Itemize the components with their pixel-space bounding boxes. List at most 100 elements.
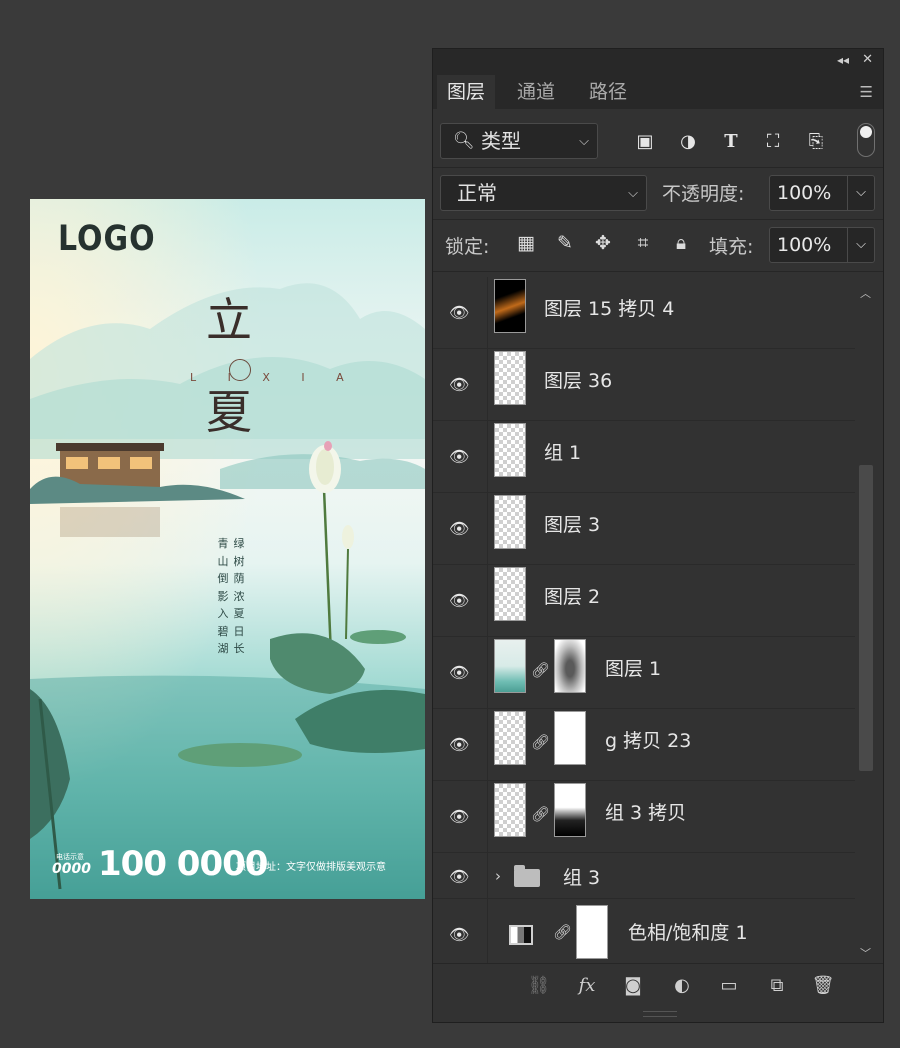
fill-dropdown-icon[interactable]: ⌵ (847, 228, 874, 262)
filter-pixel-layers-icon[interactable]: ▣ (632, 129, 658, 155)
layer-thumbnail[interactable] (494, 279, 526, 333)
link-layers-icon[interactable]: ⛓︎ (526, 974, 552, 998)
visibility-eye-icon[interactable]: 👁︎ (449, 375, 469, 394)
mask-link-icon[interactable]: 🔗︎ (553, 923, 572, 941)
layer-row[interactable]: 👁︎ 🔗︎ 图层 1 (433, 637, 855, 709)
layer-thumbnail[interactable] (494, 711, 526, 765)
folder-icon (514, 865, 540, 887)
mask-link-icon[interactable]: 🔗︎ (531, 733, 550, 751)
add-layer-mask-icon[interactable]: ◙ (620, 974, 646, 998)
layer-name[interactable]: 图层 2 (544, 582, 600, 609)
layer-row[interactable]: 👁︎ 🔗︎ 组 3 拷贝 (433, 781, 855, 853)
lock-position-icon[interactable]: ✥ (591, 231, 615, 255)
visibility-eye-icon[interactable]: 👁︎ (449, 519, 469, 538)
visibility-eye-icon[interactable]: 👁︎ (449, 663, 469, 682)
divider (487, 493, 488, 564)
layer-name[interactable]: 图层 3 (544, 510, 600, 537)
layer-group-row[interactable]: 👁︎ › 组 3 (433, 853, 855, 899)
layer-name[interactable]: 组 3 拷贝 (605, 798, 686, 825)
layer-row[interactable]: 👁︎ 组 1 (433, 421, 855, 493)
layer-thumbnail[interactable] (494, 639, 526, 693)
layer-name[interactable]: 图层 36 (544, 366, 612, 393)
layer-thumbnail[interactable] (494, 351, 526, 405)
tab-channels[interactable]: 通道 (507, 75, 565, 109)
new-fill-adjustment-layer-icon[interactable]: ◐ (669, 974, 695, 998)
layer-mask-thumbnail[interactable] (576, 905, 608, 959)
lock-label: 锁定: (445, 236, 490, 258)
filter-smart-objects-icon[interactable]: ⎘ (803, 129, 829, 155)
poster-title-char-1: 立 (206, 293, 252, 347)
expand-group-chevron-icon[interactable]: › (495, 867, 501, 885)
opacity-dropdown-icon[interactable]: ⌵ (847, 176, 874, 210)
layer-row[interactable]: 👁︎ 图层 3 (433, 493, 855, 565)
blend-mode-value: 正常 (457, 181, 497, 205)
layer-row[interactable]: 👁︎ 图层 2 (433, 565, 855, 637)
filter-shape-layers-icon[interactable]: ⛶ (760, 129, 786, 155)
document-canvas[interactable]: LOGO 立 L I X I A 夏 青山倒影入碧湖 绿树荫浓夏日长 电话示意 … (30, 199, 425, 899)
toggle-knob (860, 126, 872, 138)
blend-mode-select[interactable]: 正常 ⌵ (440, 175, 647, 211)
poster-logo: LOGO (58, 219, 156, 260)
mask-link-icon[interactable]: 🔗︎ (531, 805, 550, 823)
tab-layers[interactable]: 图层 (437, 75, 496, 109)
panel-menu-icon[interactable]: ☰ (860, 83, 873, 101)
panel-tabs: 图层 通道 路径 ☰ (433, 75, 883, 109)
filter-toggle-switch[interactable] (857, 123, 875, 157)
layer-thumbnail[interactable] (494, 495, 526, 549)
add-layer-style-fx-icon[interactable]: fx (574, 974, 600, 998)
lock-artboard-icon[interactable]: ⌗ (631, 231, 655, 255)
filter-type-layers-icon[interactable]: T (718, 129, 744, 155)
divider (487, 637, 488, 708)
layer-name[interactable]: 组 3 (563, 863, 600, 890)
new-group-icon[interactable]: ▭ (716, 974, 742, 998)
collapse-panel-icon[interactable]: ◂◂ (837, 53, 849, 67)
layer-thumbnail[interactable] (494, 567, 526, 621)
scroll-down-icon[interactable]: ﹀ (860, 945, 871, 961)
visibility-eye-icon[interactable]: 👁︎ (449, 807, 469, 826)
layer-row[interactable]: 👁︎ 🔗︎ 色相/饱和度 1 (433, 899, 855, 963)
lock-transparent-pixels-icon[interactable]: ▦ (514, 231, 538, 255)
poster-poem-col-1: 青山倒影入碧湖 (217, 537, 229, 655)
divider (487, 853, 488, 898)
visibility-eye-icon[interactable]: 👁︎ (449, 867, 469, 886)
tab-paths[interactable]: 路径 (579, 75, 637, 109)
divider (487, 277, 488, 348)
visibility-eye-icon[interactable]: 👁︎ (449, 447, 469, 466)
layers-scrollbar[interactable]: ︿ ﹀ (857, 285, 875, 961)
layer-name[interactable]: 组 1 (544, 438, 581, 465)
lock-image-pixels-icon[interactable]: ✎ (553, 231, 577, 255)
layer-name[interactable]: 图层 15 拷贝 4 (544, 294, 674, 321)
divider (487, 899, 488, 963)
layer-mask-thumbnail[interactable] (554, 639, 586, 693)
opacity-field[interactable]: 100% ⌵ (769, 175, 875, 211)
layer-thumbnail[interactable] (494, 423, 526, 477)
delete-layer-icon[interactable]: 🗑︎ (810, 974, 836, 998)
divider (487, 421, 488, 492)
divider (433, 271, 883, 272)
fill-field[interactable]: 100% ⌵ (769, 227, 875, 263)
layer-mask-thumbnail[interactable] (554, 783, 586, 837)
hue-saturation-adjustment-icon[interactable] (509, 925, 533, 945)
scroll-up-icon[interactable]: ︿ (860, 285, 871, 301)
layer-name[interactable]: g 拷贝 23 (605, 726, 691, 753)
visibility-eye-icon[interactable]: 👁︎ (449, 303, 469, 322)
new-layer-icon[interactable]: ⧉ (764, 974, 790, 998)
scrollbar-thumb[interactable] (859, 465, 873, 771)
lock-all-icon[interactable]: 🔒︎ (669, 231, 693, 255)
layer-filter-select[interactable]: 🔍︎ 类型 ⌵ (440, 123, 598, 159)
panel-resize-grip[interactable] (643, 1011, 677, 1017)
layer-mask-thumbnail[interactable] (554, 711, 586, 765)
visibility-eye-icon[interactable]: 👁︎ (449, 735, 469, 754)
visibility-eye-icon[interactable]: 👁︎ (449, 925, 469, 944)
mask-link-icon[interactable]: 🔗︎ (531, 661, 550, 679)
layer-row[interactable]: 👁︎ 图层 15 拷贝 4 (433, 277, 855, 349)
filter-adjustment-layers-icon[interactable]: ◑ (675, 129, 701, 155)
layer-name[interactable]: 图层 1 (605, 654, 661, 681)
layer-thumbnail[interactable] (494, 783, 526, 837)
layer-row[interactable]: 👁︎ 图层 36 (433, 349, 855, 421)
visibility-eye-icon[interactable]: 👁︎ (449, 591, 469, 610)
layer-row[interactable]: 👁︎ 🔗︎ g 拷贝 23 (433, 709, 855, 781)
close-panel-icon[interactable]: ✕ (862, 52, 873, 67)
panel-title-bar[interactable]: ◂◂ ✕ (433, 49, 883, 75)
layer-name[interactable]: 色相/饱和度 1 (628, 918, 748, 945)
